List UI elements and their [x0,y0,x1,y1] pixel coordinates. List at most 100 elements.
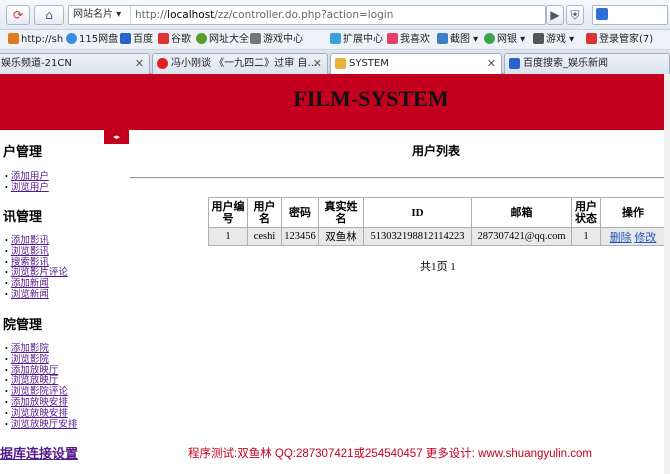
bookmark-label: 谷歌 [171,34,191,45]
pagination: 共1页 1 [420,261,456,273]
search-input[interactable] [592,5,668,25]
sidebar-link[interactable]: 添加放映安排 [11,398,68,408]
bookmark-item[interactable]: 截图 ▾ [437,33,478,47]
close-icon[interactable]: ✕ [135,54,144,73]
bookmark-item[interactable]: 百度 [120,33,153,47]
column-header: 密码 [282,198,318,227]
bookmarks-bar: http://sh 115网盘 百度 谷歌 网址大全 游戏中心 扩展中心 我喜欢… [0,30,670,50]
tab-item[interactable]: 冯小刚谈 《一九四二》过审 自… ✕ [152,53,328,74]
list-item: 添加新闻 [5,279,68,290]
list-item: 浏览用户 [5,183,49,194]
column-header: ID [364,198,471,227]
tab-item[interactable]: 百度搜索_娱乐新闻 [504,53,670,74]
sidebar-link[interactable]: 浏览影院 [11,355,49,365]
close-icon[interactable]: ✕ [313,54,322,73]
list-item: 添加影院 [5,344,77,355]
bookmark-label: 游戏 [546,34,566,45]
sidebar-link[interactable]: 添加放映厅 [11,366,59,376]
bookmark-label: 网址大全 [209,34,249,45]
sidebar-section-title: 院管理 [3,317,43,332]
list-item: 添加放映厅 [5,366,77,377]
db-settings-link[interactable]: 据库连接设置 [0,443,78,462]
bookmark-label: http://sh [21,34,64,45]
column-header: 操作 [601,198,665,227]
edit-link[interactable]: 修改 [634,232,656,244]
bookmark-label: 百度 [133,34,153,45]
divider [130,177,670,179]
column-header: 用户编号 [209,198,247,227]
site-card-button[interactable]: 网站名片 ▾ [69,6,131,24]
bookmark-label: 截图 [450,34,470,45]
sidebar-link[interactable]: 添加新闻 [11,279,49,289]
sidebar-link[interactable]: 添加影院 [11,344,49,354]
sidebar-link[interactable]: 浏览影片评论 [11,268,68,278]
home-icon[interactable]: ⌂ [34,5,64,25]
list-item: 浏览影院 [5,355,77,366]
bookmark-item[interactable]: 扩展中心 [330,33,383,47]
list-item: 浏览新闻 [5,290,68,301]
list-item: 搜索影讯 [5,258,68,269]
bookmark-icon [330,33,341,44]
bookmark-item[interactable]: 网址大全 [196,33,249,47]
list-item: 浏览影院评论 [5,387,77,398]
sidebar-link[interactable]: 浏览新闻 [11,290,49,300]
user-table: 用户编号 用户名 密码 真实姓名 ID 邮箱 用户状态 操作 1 ceshi 1… [208,197,666,246]
shield-icon[interactable]: ⛨ [566,5,584,25]
address-bar[interactable]: 网站名片 ▾ http://localhost/zz/controller.do… [68,5,546,25]
site-card-label: 网站名片 [73,9,113,20]
sidebar-link[interactable]: 添加影讯 [11,236,49,246]
sidebar-list: 添加影讯 浏览影讯 搜索影讯 浏览影片评论 添加新闻 浏览新闻 [5,236,68,301]
bookmark-label: 登录管家(7) [599,34,654,45]
bookmark-icon [8,33,19,44]
bookmark-icon [196,33,207,44]
close-icon[interactable]: ✕ [487,54,496,73]
footer-text: 程序测试:双鱼林 QQ:287307421或254540457 更多设计: ww… [188,448,592,460]
sidebar-link[interactable]: 浏览放映安排 [11,409,68,419]
list-item: 浏览放映安排 [5,409,77,420]
cell-user-id: 1 [209,228,247,245]
site-icon [335,58,346,69]
bookmark-icon [387,33,398,44]
sidebar-section-title: 户管理 [3,144,43,159]
sidebar-link[interactable]: 搜索影讯 [11,258,49,268]
bookmark-item[interactable]: 登录管家(7) [586,33,653,47]
bookmark-item[interactable]: 网银 ▾ [484,33,525,47]
go-icon[interactable]: ▶ [546,5,564,25]
sidebar-link[interactable]: 浏览放映厅安排 [11,420,78,430]
bookmark-icon [586,33,597,44]
cell-actions: 删除 修改 [601,228,665,245]
column-header: 用户状态 [572,198,600,227]
sidebar-link[interactable]: 添加用户 [11,172,49,182]
sidebar-section-title: 讯管理 [3,209,43,224]
tab-strip: 娱乐频道-21CN ✕ 冯小刚谈 《一九四二》过审 自… ✕ SYSTEM ✕ 百度搜… [0,50,670,75]
bookmark-item[interactable]: 谷歌 [158,33,191,47]
bookmark-item[interactable]: 我喜欢 [387,33,430,47]
url-host: localhost [167,9,215,21]
bookmark-label: 网银 [497,34,517,45]
url-prefix: http:// [135,9,168,21]
sidebar-link[interactable]: 浏览放映厅 [11,376,59,386]
scrollbar[interactable] [664,74,670,474]
tab-label: SYSTEM [349,58,389,69]
table-row: 1 ceshi 123456 双鱼林 513032198812114223 28… [209,228,665,245]
url-text: http://localhost/zz/controller.do.php?ac… [135,6,393,24]
tab-item[interactable]: SYSTEM ✕ [330,53,502,75]
bookmark-label: 我喜欢 [400,34,430,45]
sidebar-link[interactable]: 浏览影讯 [11,247,49,257]
bookmark-item[interactable]: http://sh [8,33,63,47]
bookmark-item[interactable]: 游戏 ▾ [533,33,574,47]
bookmark-item[interactable]: 115网盘 [66,33,118,47]
search-engine-icon[interactable] [596,8,608,20]
sidebar-list: 添加用户 浏览用户 [5,172,49,194]
bookmark-item[interactable]: 游戏中心 [250,33,303,47]
bookmark-label: 115网盘 [79,34,119,45]
sidebar-link[interactable]: 浏览影院评论 [11,387,68,397]
bookmark-icon [533,33,544,44]
delete-link[interactable]: 删除 [610,232,632,244]
sidebar-link[interactable]: 浏览用户 [11,183,49,193]
tab-label: 冯小刚谈 《一九四二》过审 自… [171,58,318,69]
collapse-tab[interactable]: ◂▸ [104,130,129,144]
refresh-icon[interactable]: ⟳ [6,5,30,25]
tab-label: 娱乐频道-21CN [1,58,72,69]
tab-item[interactable]: 娱乐频道-21CN ✕ [0,53,150,74]
